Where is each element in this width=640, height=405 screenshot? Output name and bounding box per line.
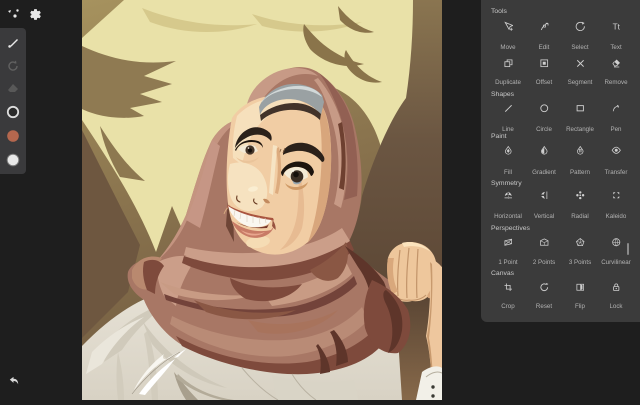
- svg-text:Tt: Tt: [612, 23, 620, 32]
